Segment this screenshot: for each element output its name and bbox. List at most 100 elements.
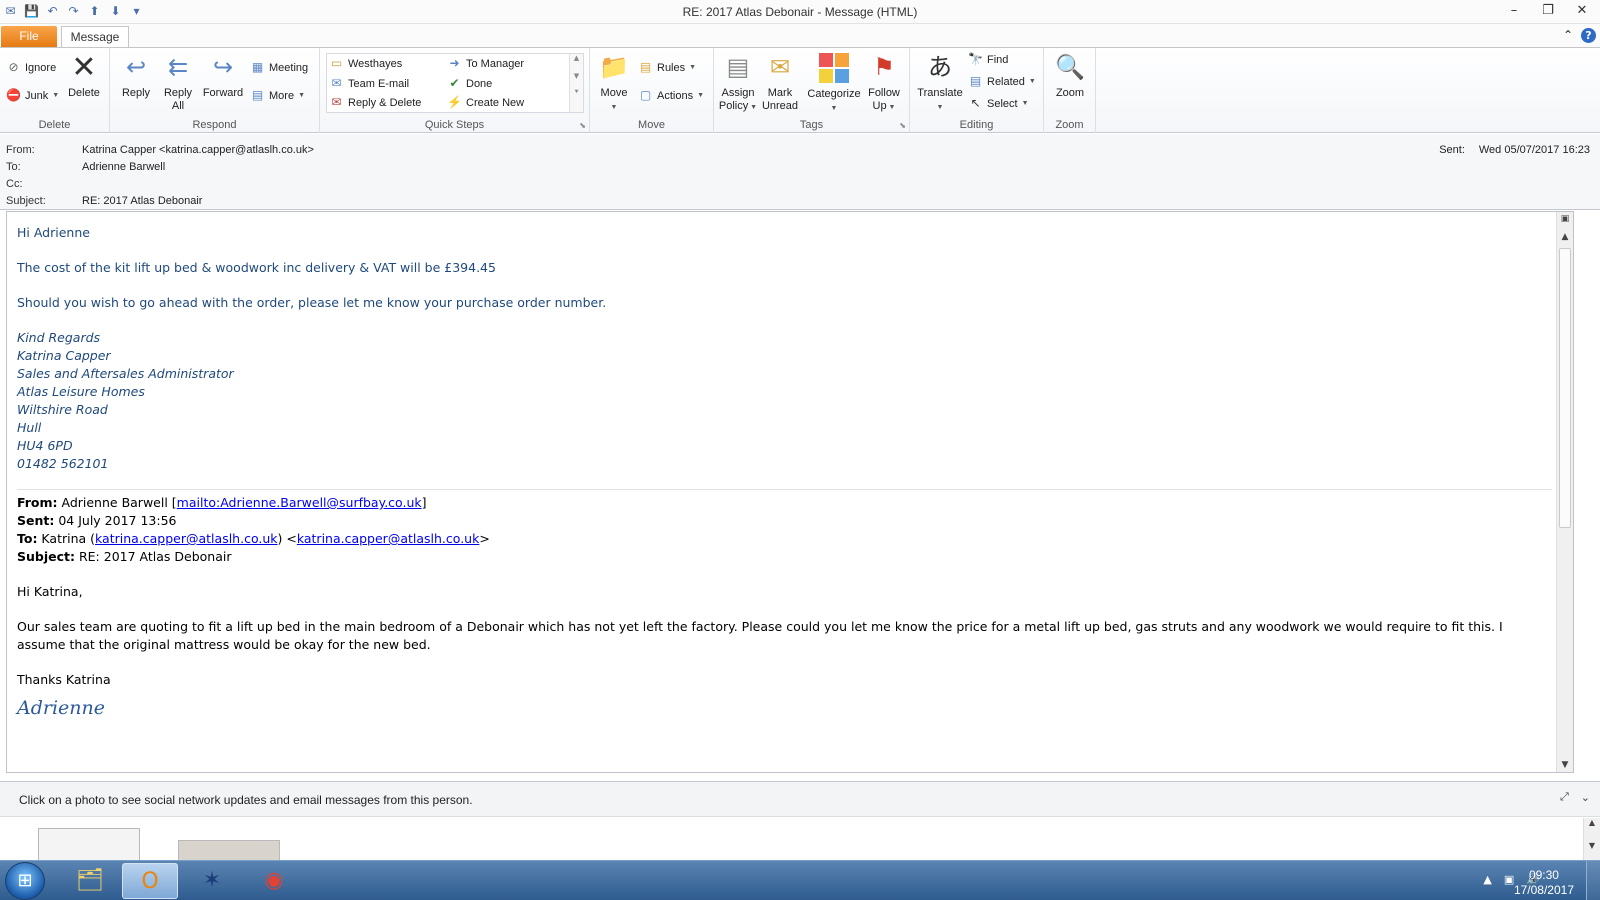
- quick-step-create-new[interactable]: ⚡ Create New: [447, 95, 524, 110]
- restore-button[interactable]: ❐: [1536, 2, 1560, 20]
- group-label-zoom: Zoom: [1055, 119, 1084, 131]
- chevron-down-icon: ▼: [1028, 78, 1036, 85]
- group-label-delete: Delete: [38, 119, 71, 131]
- expand-gallery-icon[interactable]: ⯆: [570, 88, 583, 97]
- minimize-button[interactable]: –: [1502, 2, 1526, 20]
- forward-button[interactable]: ↪ Forward: [200, 52, 246, 100]
- view-options-icon[interactable]: ▣: [1557, 214, 1573, 224]
- close-button[interactable]: ✕: [1570, 2, 1594, 20]
- sent-label: Sent:: [1439, 144, 1465, 156]
- reply-all-button[interactable]: ⇇ Reply All: [158, 52, 198, 113]
- people-scrollbar[interactable]: ▲ ▼: [1583, 818, 1600, 860]
- assign-policy-button[interactable]: ▤ Assign Policy ▼: [718, 52, 758, 114]
- app-taskbar-button[interactable]: ✶: [184, 863, 240, 899]
- group-label-tags: Tags: [799, 119, 824, 131]
- from-value[interactable]: Katrina Capper <katrina.capper@atlaslh.c…: [82, 144, 314, 156]
- actions-button[interactable]: ▢ Actions ▼: [638, 88, 704, 103]
- chrome-taskbar-button[interactable]: ◉: [246, 863, 302, 899]
- quoted-to: To: Katrina (katrina.capper@atlaslh.co.u…: [17, 531, 490, 546]
- start-button[interactable]: ⊞: [5, 862, 45, 900]
- signature-line: Katrina Capper: [17, 348, 111, 363]
- follow-up-button[interactable]: ⚑ Follow Up ▼: [864, 52, 904, 114]
- translate-icon: あ: [928, 54, 952, 81]
- email-link[interactable]: katrina.capper@atlaslh.co.uk: [95, 531, 278, 546]
- scroll-down-icon[interactable]: ▼: [1584, 841, 1600, 850]
- cc-label: Cc:: [6, 178, 23, 190]
- categorize-button[interactable]: Categorize ▼: [804, 52, 864, 115]
- to-manager-icon: ➜: [449, 56, 460, 70]
- move-button[interactable]: 📁 Move ▼: [594, 52, 634, 114]
- tab-message[interactable]: Message: [61, 26, 129, 48]
- find-button[interactable]: 🔭 Find: [968, 52, 1008, 67]
- ignore-button[interactable]: ⊘ Ignore: [6, 60, 56, 75]
- dialog-launcher-icon[interactable]: ⬊: [579, 121, 586, 130]
- magnifier-icon: 🔍: [1055, 54, 1085, 81]
- from-row: From: Katrina Capper <katrina.capper@atl…: [6, 144, 314, 156]
- folder-move-icon: ▭: [330, 56, 343, 70]
- outlook-taskbar-button[interactable]: O: [122, 863, 178, 899]
- tab-file[interactable]: File: [1, 26, 57, 47]
- collapse-people-pane-icon[interactable]: ⌄: [1581, 791, 1590, 804]
- select-button[interactable]: ↖ Select ▼: [968, 96, 1029, 111]
- meeting-button[interactable]: ▦ Meeting: [250, 60, 308, 75]
- scroll-up-icon[interactable]: ▲: [1584, 818, 1600, 827]
- group-label-editing: Editing: [959, 119, 994, 131]
- network-icon[interactable]: ▣: [1504, 873, 1514, 886]
- help-icon[interactable]: ?: [1581, 28, 1596, 43]
- quick-step-westhayes[interactable]: ▭ Westhayes: [329, 56, 402, 71]
- dialog-launcher-icon[interactable]: ⬊: [899, 121, 906, 130]
- reply-greeting: Hi Adrienne: [17, 225, 90, 240]
- minimize-ribbon-icon[interactable]: ⌃: [1563, 28, 1573, 43]
- show-desktop-button[interactable]: [1586, 861, 1600, 900]
- to-value[interactable]: Adrienne Barwell: [82, 161, 165, 173]
- checkmark-icon: ✔: [449, 76, 460, 90]
- email-link[interactable]: katrina.capper@atlaslh.co.uk: [297, 531, 480, 546]
- ignore-icon: ⊘: [8, 60, 19, 74]
- contact-photo-placeholder[interactable]: [38, 828, 140, 860]
- delete-button[interactable]: ✕ Delete: [64, 52, 104, 100]
- group-label-quick-steps: Quick Steps: [424, 119, 485, 131]
- scroll-thumb[interactable]: [1559, 248, 1571, 528]
- quoted-from: From: Adrienne Barwell [mailto:Adrienne.…: [17, 495, 427, 510]
- body-scrollbar[interactable]: ▣ ▲ ▼: [1556, 212, 1573, 772]
- quoted-greeting: Hi Katrina,: [17, 584, 83, 599]
- quick-steps-scrollbar[interactable]: ▲ ▼ ⯆: [569, 54, 583, 112]
- quick-step-to-manager[interactable]: ➜ To Manager: [447, 56, 524, 71]
- show-hidden-icons-icon[interactable]: ▲: [1483, 873, 1491, 886]
- quick-step-team-email[interactable]: ✉ Team E-mail: [329, 76, 409, 91]
- contact-photo[interactable]: [178, 840, 280, 860]
- scroll-down-icon[interactable]: ▼: [1557, 760, 1573, 770]
- explorer-taskbar-button[interactable]: 🗂: [62, 863, 118, 899]
- ribbon-tabs: File Message ⌃ ?: [0, 24, 1600, 48]
- scroll-up-icon[interactable]: ▲: [1557, 232, 1573, 242]
- clock[interactable]: 09:30 17/08/2017: [1514, 868, 1574, 898]
- reply-button[interactable]: ↩ Reply: [116, 52, 156, 100]
- quoted-sent: Sent: 04 July 2017 13:56: [17, 513, 177, 528]
- translate-button[interactable]: あ Translate ▼: [912, 52, 968, 114]
- mark-unread-button[interactable]: ✉ Mark Unread: [760, 52, 800, 113]
- scroll-down-icon[interactable]: ▼: [570, 72, 583, 80]
- zoom-button[interactable]: 🔍 Zoom: [1050, 52, 1090, 100]
- group-label-move: Move: [638, 119, 665, 131]
- move-folder-icon: 📁: [599, 54, 629, 81]
- from-label: From:: [6, 144, 35, 156]
- junk-button[interactable]: ⛔ Junk ▼: [6, 88, 59, 103]
- rules-button[interactable]: ▤ Rules ▼: [638, 60, 696, 75]
- message-body[interactable]: Hi Adrienne The cost of the kit lift up …: [6, 211, 1574, 773]
- scroll-up-icon[interactable]: ▲: [570, 54, 583, 62]
- group-move: 📁 Move ▼ ▤ Rules ▼ ▢ Actions ▼ Move: [590, 48, 714, 133]
- more-button[interactable]: ▤ More ▼: [250, 88, 305, 103]
- reply-line-cost: The cost of the kit lift up bed & woodwo…: [17, 260, 496, 275]
- quoted-thanks: Thanks Katrina: [17, 672, 111, 687]
- expand-people-pane-icon[interactable]: ⤢: [1560, 791, 1569, 804]
- quick-step-reply-delete[interactable]: ✉ Reply & Delete: [329, 95, 421, 110]
- quoted-subject: Subject: RE: 2017 Atlas Debonair: [17, 549, 232, 564]
- chevron-down-icon: ▼: [830, 105, 838, 112]
- taskbar: ⊞ 🗂 O ✶ ◉ ▲ ▣ 🔊 09:30 17/08/2017: [0, 860, 1600, 900]
- chevron-down-icon: ▼: [1021, 100, 1029, 107]
- chevron-down-icon: ▼: [610, 104, 618, 111]
- mailto-link[interactable]: mailto:Adrienne.Barwell@surfbay.co.uk: [177, 495, 422, 510]
- chevron-down-icon: ▼: [936, 104, 944, 111]
- quick-step-done[interactable]: ✔ Done: [447, 76, 492, 91]
- related-button[interactable]: ▤ Related ▼: [968, 74, 1036, 89]
